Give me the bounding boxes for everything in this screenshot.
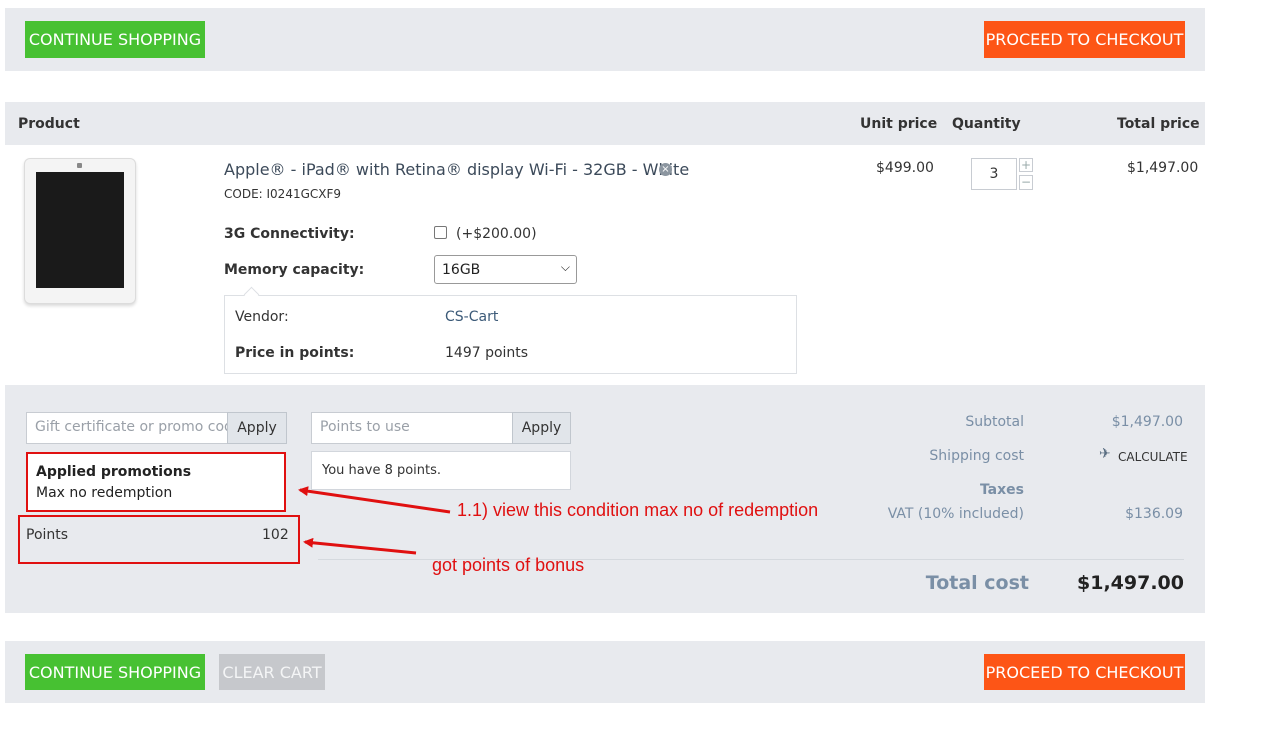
continue-shopping-button-bottom[interactable]: CONTINUE SHOPPING xyxy=(25,654,205,690)
clear-cart-button[interactable]: CLEAR CART xyxy=(219,654,325,690)
proceed-to-checkout-button-bottom[interactable]: PROCEED TO CHECKOUT xyxy=(984,654,1185,690)
annotation-arrow-2 xyxy=(303,537,417,555)
annotation-note-2: got points of bonus xyxy=(432,555,585,575)
annotation-arrow-1 xyxy=(298,486,451,514)
annotation-note-1: 1.1) view this condition max no of redem… xyxy=(457,500,819,520)
annotation-arrows xyxy=(298,486,451,555)
